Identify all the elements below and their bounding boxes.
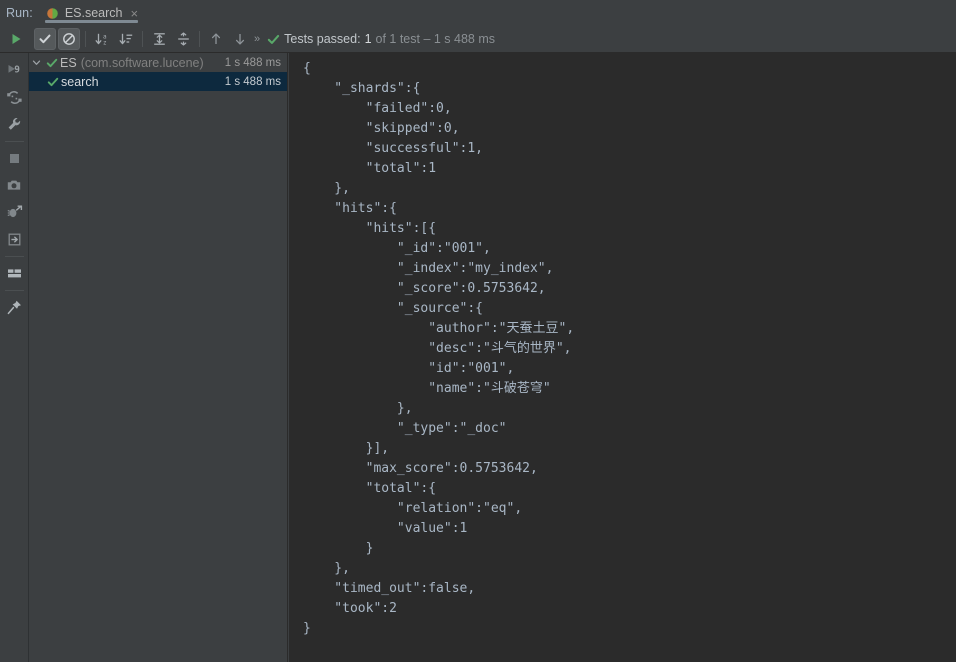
test-class-name: ES <box>60 55 77 70</box>
test-results-tree[interactable]: ES (com.software.lucene) 1 s 488 ms sear… <box>29 53 288 662</box>
sidebar-separator <box>4 290 24 291</box>
bug-arrow-icon <box>7 205 22 218</box>
console-json-output: { "_shards":{ "failed":0, "skipped":0, "… <box>303 61 575 636</box>
expand-all-button[interactable] <box>148 28 170 50</box>
arrow-down-icon <box>235 34 245 45</box>
show-passed-button[interactable] <box>34 28 56 50</box>
stop-button[interactable] <box>0 145 28 172</box>
tests-summary-detail: of 1 test – 1 s 488 ms <box>375 32 496 46</box>
rerun-failed-tests-button[interactable]: 9 <box>0 57 28 84</box>
layout-settings-button[interactable] <box>0 260 28 287</box>
test-method-name: search <box>61 74 99 89</box>
expand-all-icon <box>153 33 165 45</box>
tab-es-search[interactable]: ES.search × <box>37 0 146 26</box>
tab-label: ES.search <box>64 6 123 20</box>
toggle-auto-test-button[interactable] <box>0 84 28 111</box>
run-actions-sidebar: 9 <box>0 53 29 662</box>
camera-icon <box>7 180 20 190</box>
run-window-label: Run: <box>6 6 33 20</box>
stop-square-icon <box>9 154 19 163</box>
sidebar-separator <box>4 256 24 257</box>
test-passed-icon <box>44 57 60 69</box>
pin-icon <box>7 300 21 315</box>
next-failed-button[interactable] <box>229 28 251 50</box>
sort-by-duration-button[interactable] <box>115 28 137 50</box>
tab-active-underline <box>44 20 139 23</box>
tests-passed-label: Tests passed: <box>284 32 361 46</box>
refresh-icon <box>6 91 22 104</box>
sidebar-separator <box>4 141 24 142</box>
chevron-down-icon[interactable] <box>29 58 44 67</box>
table-row[interactable]: search 1 s 488 ms <box>29 72 287 91</box>
previous-failed-button[interactable] <box>205 28 227 50</box>
circle-slash-icon <box>63 33 75 45</box>
test-passed-icon <box>45 76 61 88</box>
close-icon[interactable]: × <box>130 7 138 20</box>
sort-alphabetically-button[interactable]: a z <box>91 28 113 50</box>
tests-passed-count: 1 <box>364 32 372 46</box>
table-row[interactable]: ES (com.software.lucene) 1 s 488 ms <box>29 53 287 72</box>
show-ignored-button[interactable] <box>58 28 80 50</box>
dump-threads-button[interactable] <box>0 199 28 226</box>
rerun-tests-button[interactable] <box>5 28 27 50</box>
console-output-panel[interactable]: { "_shards":{ "failed":0, "skipped":0, "… <box>289 53 956 662</box>
test-class-package: (com.software.lucene) <box>80 55 204 70</box>
test-duration: 1 s 488 ms <box>224 56 281 69</box>
collapse-all-button[interactable] <box>172 28 194 50</box>
wrench-icon <box>8 118 20 130</box>
run-configuration-icon <box>46 7 59 20</box>
toolbar-overflow-button[interactable]: » <box>254 33 260 45</box>
tab-bar: Run: ES.search × <box>0 0 956 26</box>
arrow-up-icon <box>211 33 221 44</box>
export-icon <box>8 233 20 246</box>
sort-duration-icon <box>119 33 132 45</box>
svg-text:z: z <box>103 40 107 46</box>
play-icon <box>12 34 21 44</box>
run-tool-window: Run: ES.search × a z » Tests passed: 1 o… <box>0 0 956 662</box>
check-icon <box>267 34 280 44</box>
pin-tab-button[interactable] <box>0 294 28 321</box>
rerun-9-icon: 9 <box>8 65 20 76</box>
export-test-results-button[interactable] <box>0 226 28 253</box>
test-status-bar: Tests passed: 1 of 1 test – 1 s 488 ms <box>267 32 495 46</box>
soft-wrap-button[interactable] <box>0 172 28 199</box>
sort-alpha-icon: a z <box>95 34 107 46</box>
run-toolbar: a z » Tests passed: 1 of 1 test – 1 s 48… <box>0 26 956 53</box>
collapse-all-icon <box>177 32 189 46</box>
layout-grid-icon <box>7 269 21 278</box>
check-icon <box>39 34 51 44</box>
svg-text:9: 9 <box>14 65 20 76</box>
settings-button[interactable] <box>0 111 28 138</box>
test-duration: 1 s 488 ms <box>224 75 281 88</box>
